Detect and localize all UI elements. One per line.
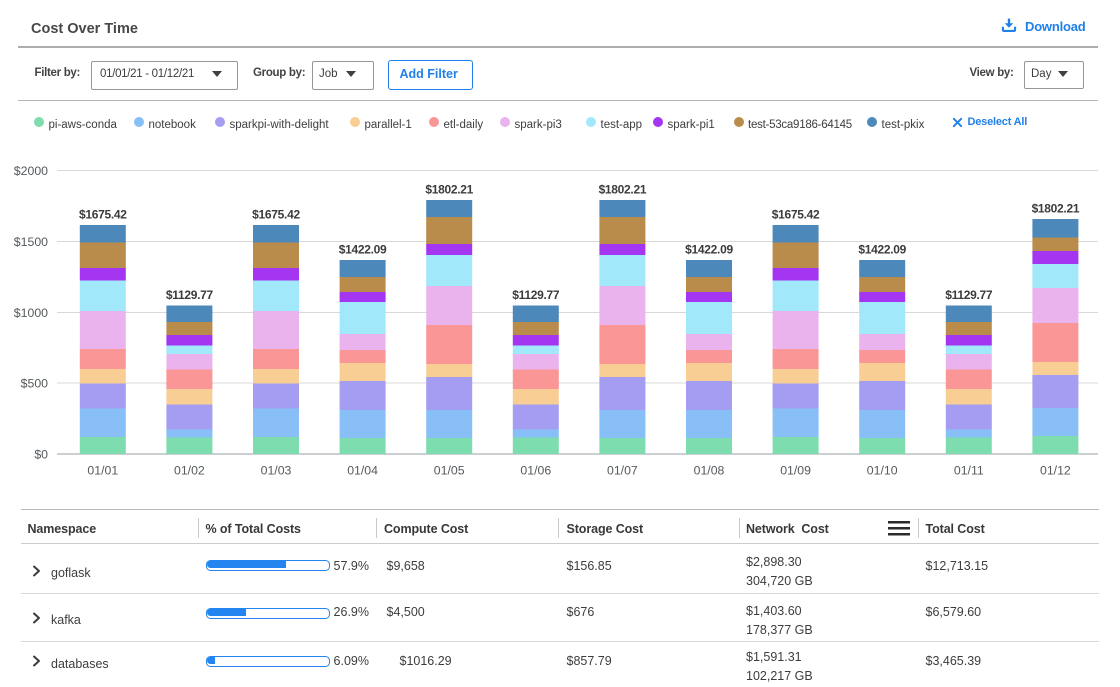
svg-text:01/08: 01/08 — [694, 463, 725, 477]
svg-text:$1129.77: $1129.77 — [166, 288, 214, 302]
svg-text:$1802.21: $1802.21 — [599, 183, 647, 197]
svg-text:$1675.42: $1675.42 — [252, 208, 300, 222]
svg-text:$0: $0 — [34, 447, 48, 461]
svg-text:$1129.77: $1129.77 — [512, 288, 560, 302]
svg-text:01/11: 01/11 — [954, 463, 984, 477]
svg-text:$1675.42: $1675.42 — [79, 208, 127, 222]
svg-text:$1802.21: $1802.21 — [425, 183, 473, 197]
svg-text:01/09: 01/09 — [780, 463, 811, 477]
svg-text:$1422.09: $1422.09 — [339, 243, 387, 257]
svg-text:01/05: 01/05 — [434, 463, 465, 477]
svg-text:01/07: 01/07 — [607, 463, 638, 477]
svg-text:01/04: 01/04 — [347, 463, 378, 477]
svg-text:$1675.42: $1675.42 — [772, 208, 820, 222]
svg-text:$1802.21: $1802.21 — [1032, 202, 1080, 216]
svg-text:$1422.09: $1422.09 — [858, 243, 906, 257]
svg-text:01/02: 01/02 — [174, 463, 205, 477]
svg-text:01/01: 01/01 — [87, 463, 118, 477]
svg-text:$1500: $1500 — [14, 235, 48, 249]
svg-text:$2000: $2000 — [14, 164, 48, 178]
svg-text:$1129.77: $1129.77 — [945, 288, 993, 302]
svg-text:$1422.09: $1422.09 — [685, 243, 733, 257]
svg-text:$500: $500 — [21, 376, 49, 390]
svg-text:01/03: 01/03 — [261, 463, 292, 477]
svg-text:01/06: 01/06 — [520, 463, 551, 477]
svg-text:$1000: $1000 — [14, 306, 48, 320]
svg-text:01/12: 01/12 — [1040, 463, 1071, 477]
svg-text:01/10: 01/10 — [867, 463, 898, 477]
